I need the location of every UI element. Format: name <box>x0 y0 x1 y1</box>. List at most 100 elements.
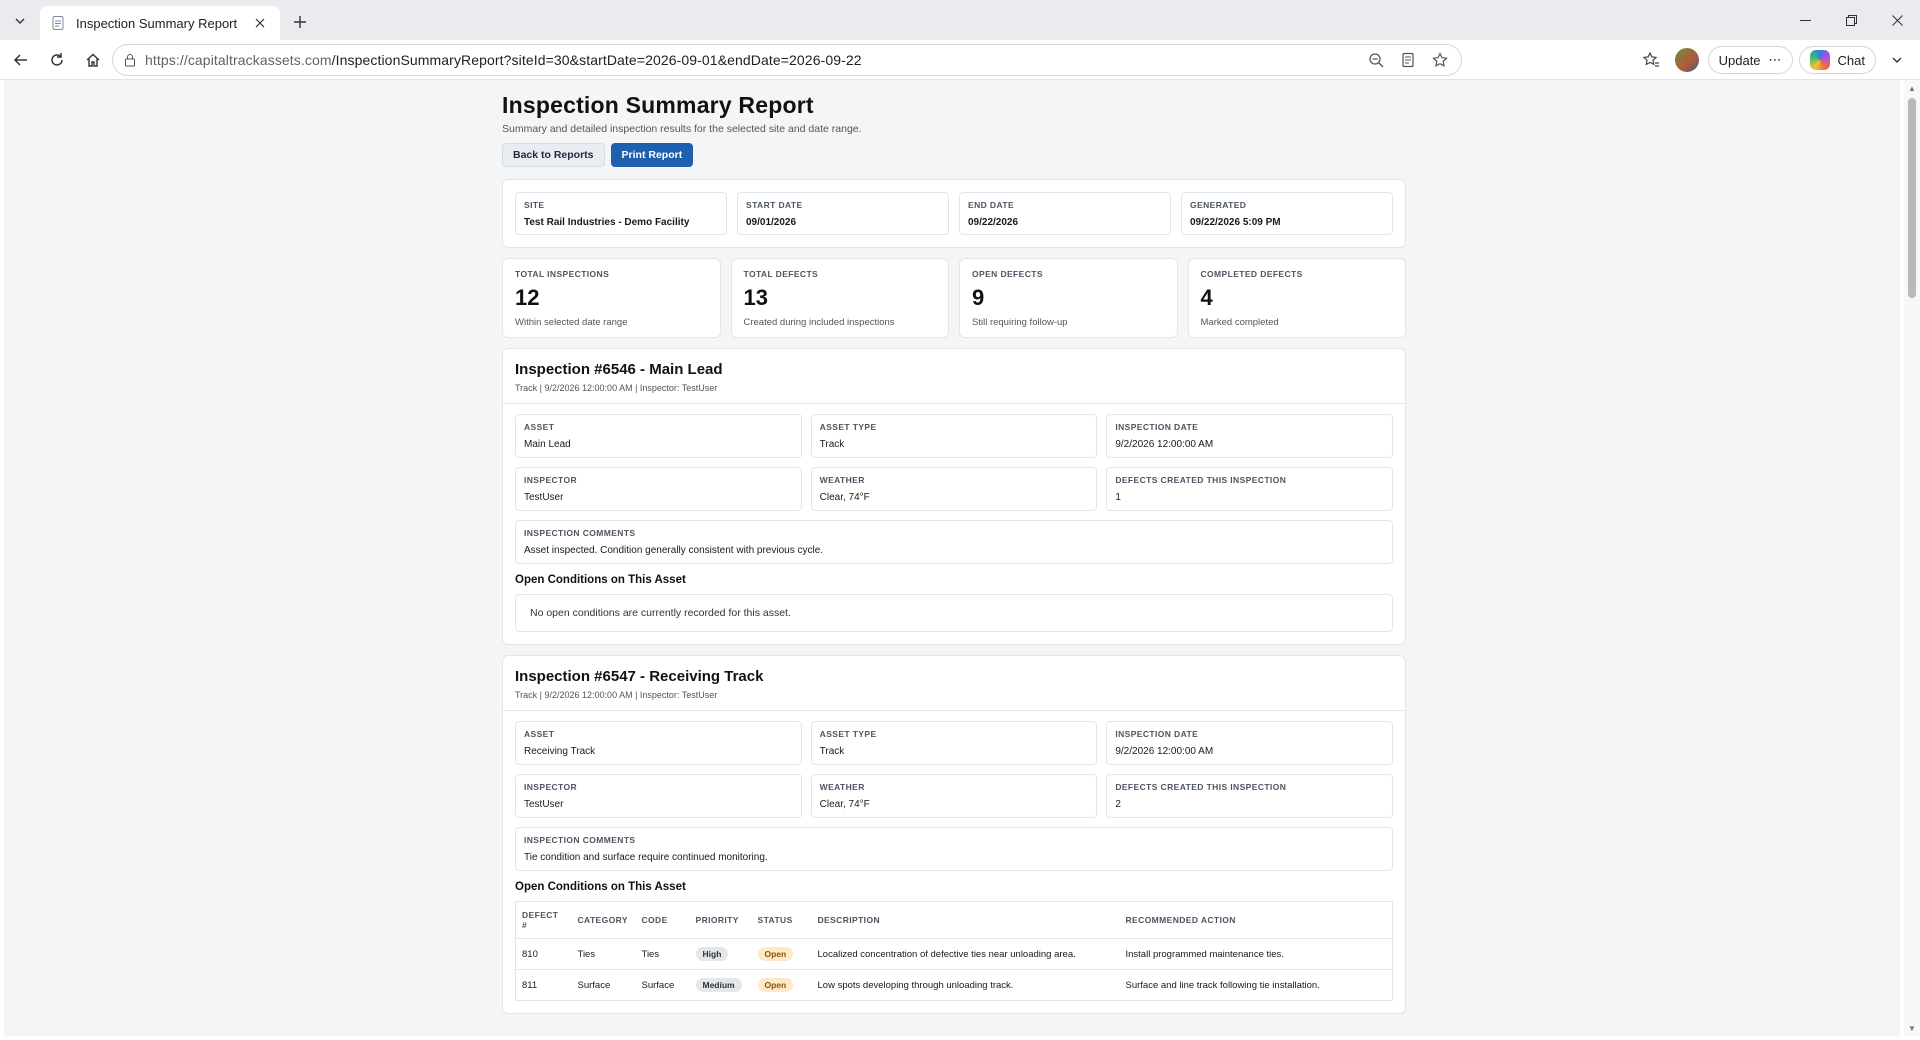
report-meta-card: SITE Test Rail Industries - Demo Facilit… <box>502 179 1406 248</box>
restore-icon <box>1845 14 1857 26</box>
field-label: INSPECTOR <box>524 782 578 792</box>
active-tab[interactable]: Inspection Summary Report <box>40 6 280 40</box>
field-value: Main Lead <box>524 439 571 450</box>
meta-value: Test Rail Industries - Demo Facility <box>524 217 690 228</box>
field-value: Asset inspected. Condition generally con… <box>524 545 824 556</box>
zoom-out-icon <box>1369 53 1384 68</box>
stat-value: 13 <box>743 285 768 310</box>
summary-stats: TOTAL INSPECTIONS 12 Within selected dat… <box>502 258 1406 338</box>
reload-button[interactable] <box>40 44 74 76</box>
inspection-body: ASSET Main Lead ASSET TYPE Track INSPECTIO… <box>503 404 1405 644</box>
field-defects-created: DEFECTS CREATED THIS INSPECTION 2 <box>1106 774 1393 818</box>
stat-value: 4 <box>1200 285 1213 310</box>
field-asset: ASSET Receiving Track <box>515 721 802 765</box>
field-label: INSPECTION COMMENTS <box>524 835 636 845</box>
field-asset-type: ASSET TYPE Track <box>810 414 1098 458</box>
new-tab-button[interactable] <box>288 10 312 34</box>
url-text: https://capitaltrackassets.com/Inspectio… <box>145 52 862 68</box>
inspection-card: Inspection #6547 - Receiving Track Track… <box>502 655 1406 1014</box>
print-report-button[interactable]: Print Report <box>610 143 694 167</box>
back-button[interactable] <box>4 44 38 76</box>
field-weather: WEATHER Clear, 74°F <box>810 774 1098 818</box>
tab-list-button[interactable] <box>6 8 34 34</box>
status-badge: Open <box>757 978 794 992</box>
cell-defect-number: 810 <box>515 938 572 970</box>
field-value: Clear, 74°F <box>819 799 870 810</box>
col-defect-number: DEFECT # <box>515 901 572 939</box>
field-value: 2 <box>1115 799 1121 810</box>
page-title: Inspection Summary Report <box>502 92 814 118</box>
address-bar[interactable]: https://capitaltrackassets.com/Inspectio… <box>112 44 1462 76</box>
field-asset: ASSET Main Lead <box>515 414 802 458</box>
field-value: 1 <box>1115 492 1121 503</box>
more-icon: ⋯ <box>1768 52 1782 67</box>
field-label: INSPECTION DATE <box>1115 729 1199 739</box>
chat-expand-button[interactable] <box>1882 45 1912 75</box>
star-icon <box>1432 52 1448 68</box>
meta-label: END DATE <box>968 200 1015 210</box>
meta-label: START DATE <box>746 200 803 210</box>
field-label: ASSET TYPE <box>819 422 877 432</box>
field-value: TestUser <box>524 799 564 810</box>
chevron-down-icon <box>15 18 25 24</box>
tab-close-button[interactable] <box>250 13 270 33</box>
col-status: STATUS <box>751 901 812 939</box>
cell-code: Surface <box>635 969 690 1001</box>
col-category: CATEGORY <box>571 901 636 939</box>
field-inspection-date: INSPECTION DATE 9/2/2026 12:00:00 AM <box>1106 721 1393 765</box>
favorite-button[interactable] <box>1427 47 1453 73</box>
close-icon <box>1891 14 1903 26</box>
cell-defect-number: 811 <box>515 969 572 1001</box>
inspection-title: Inspection #6547 - Receiving Track <box>515 668 764 685</box>
priority-badge: High <box>695 947 729 961</box>
page-scrollbar[interactable]: ▲ ▼ <box>1904 80 1920 1036</box>
cell-category: Ties <box>571 938 636 970</box>
conditions-title: Open Conditions on This Asset <box>515 881 686 893</box>
scroll-down-icon[interactable]: ▼ <box>1904 1020 1920 1036</box>
stat-total-inspections: TOTAL INSPECTIONS 12 Within selected dat… <box>502 258 721 338</box>
minimize-button[interactable] <box>1782 0 1828 40</box>
conditions-title: Open Conditions on This Asset <box>515 574 686 586</box>
cell-description: Low spots developing through unloading t… <box>811 969 1120 1001</box>
cell-status: Open <box>751 938 812 970</box>
field-label: INSPECTION DATE <box>1115 422 1199 432</box>
favorites-button[interactable] <box>1636 45 1666 75</box>
stat-value: 12 <box>515 285 540 310</box>
col-recommended-action: RECOMMENDED ACTION <box>1119 901 1393 939</box>
reader-mode-button[interactable] <box>1395 47 1421 73</box>
minimize-icon <box>1799 19 1811 21</box>
reload-icon <box>51 52 63 66</box>
scroll-up-icon[interactable]: ▲ <box>1904 80 1920 96</box>
meta-end-date: END DATE 09/22/2026 <box>959 192 1171 235</box>
home-button[interactable] <box>76 44 110 76</box>
restore-button[interactable] <box>1828 0 1874 40</box>
cell-code: Ties <box>635 938 690 970</box>
field-comments: INSPECTION COMMENTS Tie condition and sur… <box>515 827 1393 871</box>
copilot-icon <box>1809 50 1830 70</box>
inspection-subtitle: Track | 9/2/2026 12:00:00 AM | Inspector… <box>515 690 718 700</box>
empty-conditions-message: No open conditions are currently recorde… <box>515 594 1393 632</box>
cell-recommended-action: Install programmed maintenance ties. <box>1119 938 1393 970</box>
zoom-button[interactable] <box>1363 47 1389 73</box>
update-label: Update <box>1718 52 1761 68</box>
field-label: INSPECTOR <box>524 475 578 485</box>
update-button[interactable]: Update ⋯ <box>1707 46 1793 74</box>
col-description: DESCRIPTION <box>811 901 1120 939</box>
cell-status: Open <box>751 969 812 1001</box>
chat-button[interactable]: Chat <box>1798 46 1876 74</box>
inspection-title: Inspection #6546 - Main Lead <box>515 361 723 378</box>
stat-note: Within selected date range <box>515 317 628 328</box>
profile-button[interactable] <box>1672 45 1702 75</box>
scrollbar-thumb[interactable] <box>1908 98 1916 298</box>
stat-note: Created during included inspections <box>743 317 895 328</box>
close-icon <box>255 18 265 28</box>
field-value: Tie condition and surface require contin… <box>524 852 768 863</box>
field-inspector: INSPECTOR TestUser <box>515 467 802 511</box>
url-host: https://capitaltrackassets.com <box>145 52 332 68</box>
close-window-button[interactable] <box>1874 0 1920 40</box>
tab-strip: Inspection Summary Report <box>0 0 1920 40</box>
meta-value: 09/22/2026 <box>968 217 1019 228</box>
meta-label: SITE <box>524 200 545 210</box>
back-to-reports-button[interactable]: Back to Reports <box>502 143 605 167</box>
toolbar-right: Update ⋯ Chat <box>1636 44 1912 76</box>
